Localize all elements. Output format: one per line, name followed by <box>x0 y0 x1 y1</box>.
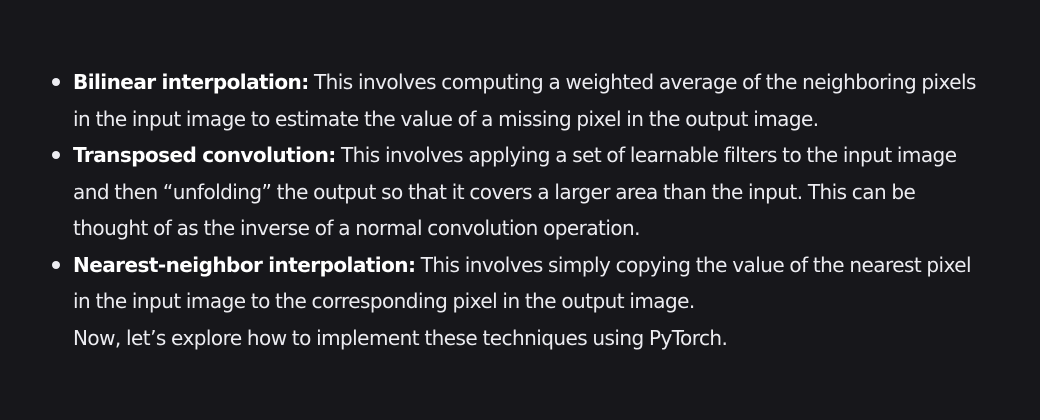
bullet-icon <box>52 78 60 86</box>
chat-answer-content: Bilinear interpolation: This involves co… <box>0 0 1040 420</box>
item-term: Bilinear interpolation: <box>73 70 309 94</box>
bullet-icon <box>52 260 60 269</box>
trailing-paragraph: Now, let’s explore how to implement thes… <box>73 325 728 350</box>
list-item-transposed-convolution: Transposed convolution: This involves ap… <box>52 137 980 247</box>
technique-list: Bilinear interpolation: This involves co… <box>52 64 980 357</box>
list-item-nearest-neighbor-interpolation: Nearest-neighbor interpolation: This inv… <box>52 247 980 357</box>
list-item-bilinear-interpolation: Bilinear interpolation: This involves co… <box>52 64 980 137</box>
item-term: Transposed convolution: <box>73 143 336 167</box>
item-term: Nearest-neighbor interpolation: <box>73 252 416 277</box>
bullet-icon <box>52 151 60 159</box>
